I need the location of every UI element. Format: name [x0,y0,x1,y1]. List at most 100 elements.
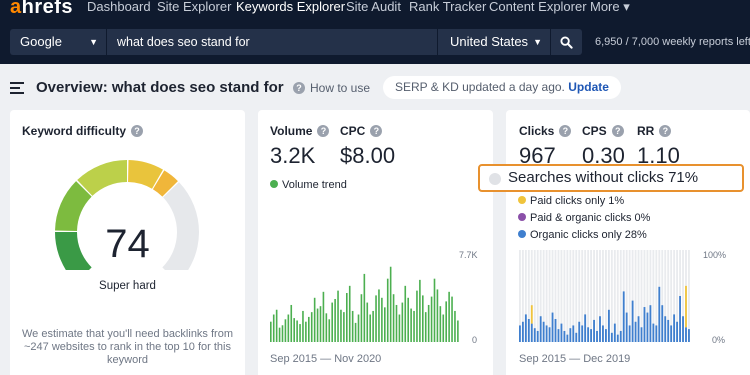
volume-bar [381,297,383,342]
volume-bar [419,279,421,342]
volume-bar [442,314,445,342]
no-clicks-bar [596,250,598,342]
volume-bar [325,313,328,342]
organic-clicks-bar [679,296,681,342]
menu-icon[interactable] [10,82,24,94]
volume-bar [416,290,418,342]
organic-clicks-bar [640,327,643,342]
volume-bar [305,321,307,342]
clicks-label-row: Clicks ? [519,124,572,138]
legend-paid: Paid clicks only 1% [518,193,650,210]
nav-rank-tracker[interactable]: Rank Tracker [409,0,486,20]
help-icon[interactable]: ? [659,125,672,137]
volume-bar [348,285,351,342]
volume-bar [392,294,395,342]
volume-bar [284,319,287,342]
organic-clicks-bar [584,314,587,342]
volume-bar [433,278,436,342]
ahrefs-logo[interactable]: ahrefs [10,0,73,19]
purple-dot-icon [518,213,526,221]
organic-clicks-bar [652,323,655,342]
organic-clicks-bar [530,323,533,342]
volume-bar [427,304,430,342]
clicks-distribution-chart [519,250,690,342]
update-link[interactable]: Update [568,80,609,94]
volume-bar [354,322,357,342]
nav-content-explorer[interactable]: Content Explorer [489,0,587,20]
volume-bar [296,320,298,342]
how-to-use-link[interactable]: ? How to use [293,81,370,95]
no-clicks-bar [536,250,539,342]
volume-y-max: 7.7K [459,250,478,260]
volume-bar [319,306,322,342]
organic-clicks-bar [599,316,601,342]
organic-clicks-bar [685,327,687,342]
organic-clicks-bar [590,329,593,342]
organic-clicks-bar [566,334,569,342]
cpc-value: $8.00 [340,143,396,168]
organic-clicks-bar [670,325,673,342]
no-clicks-bar [575,250,578,342]
search-engine-select[interactable]: Google ▼ [10,29,106,55]
organic-clicks-bar [554,319,557,342]
nav-keywords-explorer[interactable]: Keywords Explorer [236,0,345,20]
volume-bar [351,310,354,342]
volume-bar [322,291,325,342]
volume-bar [386,278,389,342]
cpc-label-row: CPC ? [340,124,383,138]
volume-bar [343,312,345,342]
no-clicks-bar [590,250,593,342]
organic-clicks-bar [634,321,637,342]
organic-clicks-bar [539,316,542,342]
volume-date-range: Sep 2015 — Nov 2020 [270,353,382,365]
organic-clicks-bar [607,309,610,342]
help-icon[interactable]: ? [611,125,624,137]
yellow-dot-icon [518,196,526,204]
organic-clicks-bar [548,327,551,342]
no-clicks-bar [566,250,569,342]
weekly-reports-counter: 6,950 / 7,000 weekly reports left [595,36,750,48]
organic-clicks-bar [542,321,545,342]
clicks-y-min: 0% [712,335,726,345]
organic-clicks-bar [596,330,598,342]
organic-clicks-bar [602,325,604,342]
nav-dashboard[interactable]: Dashboard [87,0,151,20]
organic-clicks-bar [625,312,628,342]
volume-bar [395,304,398,342]
nav-more-menu[interactable]: More ▾ [590,0,630,20]
chevron-down-icon: ▼ [89,37,98,47]
volume-bar [422,295,424,342]
nav-site-explorer[interactable]: Site Explorer [157,0,231,20]
organic-clicks-bar [610,332,613,342]
keyword-search-input[interactable] [107,29,437,55]
legend-organic: Organic clicks only 28% [518,227,650,244]
nav-site-audit[interactable]: Site Audit [346,0,401,20]
paid-clicks-bar [530,305,533,324]
volume-bar [272,314,275,342]
no-clicks-bar [619,250,622,342]
help-icon[interactable]: ? [317,125,330,137]
clicks-y-max: 100% [703,250,727,260]
volume-bar [302,310,304,342]
volume-bar [331,302,333,342]
volume-bar [313,297,316,342]
volume-value: 3.2K [270,143,316,168]
volume-bar [430,296,433,342]
volume-bar [398,314,401,342]
volume-bar [439,306,442,342]
organic-clicks-bar [622,291,625,342]
country-select[interactable]: United States ▼ [438,29,550,55]
volume-bar [346,293,348,342]
search-button[interactable] [551,29,582,55]
organic-clicks-bar [643,307,646,342]
organic-clicks-bar [572,325,575,342]
help-icon[interactable]: ? [131,125,144,137]
blue-dot-icon [518,230,526,238]
serp-update-banner: SERP & KD updated a day ago. Update [383,76,621,99]
organic-clicks-bar [524,314,527,342]
rr-label-row: RR ? [637,124,672,138]
help-icon[interactable]: ? [370,125,383,137]
page-title: Overview: what does seo stand for [36,79,284,96]
help-icon[interactable]: ? [559,125,572,137]
volume-bar [328,319,331,342]
